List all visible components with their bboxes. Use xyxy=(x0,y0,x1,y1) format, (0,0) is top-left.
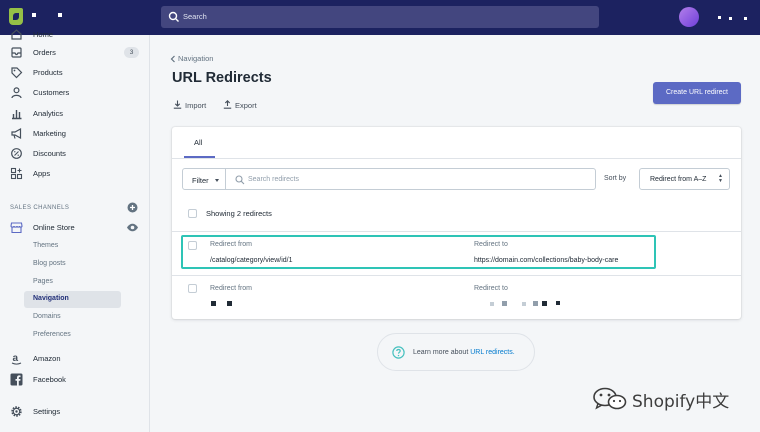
filter-button[interactable]: Filter xyxy=(182,168,226,190)
sort-select[interactable]: Redirect from A–Z ▲ ▼ xyxy=(639,168,730,190)
redacted-block xyxy=(490,302,494,306)
sidebar-subitem-navigation[interactable]: Navigation xyxy=(24,291,121,308)
wechat-icon xyxy=(593,387,627,410)
chevron-left-icon[interactable] xyxy=(170,55,176,63)
search-icon xyxy=(168,11,179,22)
search-redirects-placeholder: Search redirects xyxy=(248,176,299,183)
shopify-logo[interactable] xyxy=(9,8,23,25)
bar-chart-icon xyxy=(12,110,22,120)
row-divider xyxy=(172,275,741,276)
search-bar[interactable]: Search xyxy=(161,6,599,28)
sidebar-item-analytics[interactable]: Analytics xyxy=(0,104,150,124)
redacted-block xyxy=(533,301,538,306)
redacted-block xyxy=(556,301,560,305)
redirects-card: All Filter Search redirects Sort by Redi… xyxy=(172,127,741,319)
sidebar-subitem-preferences[interactable]: Preferences xyxy=(24,327,121,344)
redacted-block xyxy=(542,301,547,306)
search-redirects-input[interactable]: Search redirects xyxy=(225,168,596,190)
sidebar: Home Orders 3 Products Customers Analyti… xyxy=(0,29,150,432)
sidebar-item-settings[interactable]: Settings xyxy=(0,402,150,422)
export-icon xyxy=(223,100,232,109)
tab-divider xyxy=(172,158,741,159)
breadcrumb-navigation[interactable]: Navigation xyxy=(178,54,213,63)
tab-all[interactable]: All xyxy=(184,127,215,158)
discount-icon xyxy=(11,148,22,159)
account-name-block xyxy=(729,17,732,20)
person-icon xyxy=(11,87,22,99)
megaphone-icon xyxy=(11,127,22,140)
amazon-icon: a xyxy=(11,353,22,365)
home-icon xyxy=(11,29,22,40)
sidebar-item-apps[interactable]: Apps xyxy=(0,164,150,184)
page-title: URL Redirects xyxy=(172,70,272,86)
account-name-block xyxy=(718,16,721,19)
wechat-watermark: Shopify中文 xyxy=(588,385,748,412)
create-url-redirect-button[interactable]: Create URL redirect xyxy=(653,82,741,104)
sidebar-subitem-domains[interactable]: Domains xyxy=(24,309,121,326)
orders-count-badge: 3 xyxy=(124,47,139,58)
sidebar-item-customers[interactable]: Customers xyxy=(0,83,150,103)
sidebar-item-orders[interactable]: Orders 3 xyxy=(0,43,150,63)
sidebar-item-facebook[interactable]: Facebook xyxy=(0,370,150,390)
sidebar-item-home[interactable]: Home xyxy=(0,25,150,45)
sort-label: Sort by xyxy=(604,175,627,182)
select-arrows-icon: ▲ ▼ xyxy=(718,173,723,184)
tag-icon xyxy=(11,67,23,79)
select-all-checkbox[interactable] xyxy=(188,209,197,218)
row-checkbox[interactable] xyxy=(188,284,197,293)
sidebar-subitem-blog-posts[interactable]: Blog posts xyxy=(24,256,121,273)
learn-more-callout: Learn more about URL redirects. xyxy=(377,333,535,371)
highlight-box xyxy=(181,235,656,269)
url-redirects-link[interactable]: URL redirects. xyxy=(470,349,514,356)
add-channel-icon[interactable] xyxy=(127,202,138,213)
sidebar-item-products[interactable]: Products xyxy=(0,63,150,83)
sales-channels-heading: SALES CHANNELS xyxy=(10,205,70,211)
store-name-block xyxy=(32,13,36,17)
avatar[interactable] xyxy=(679,7,699,27)
sidebar-item-marketing[interactable]: Marketing xyxy=(0,124,150,144)
svg-text:a: a xyxy=(13,353,19,364)
store-name-block xyxy=(58,13,62,17)
help-icon xyxy=(392,346,405,359)
gear-icon xyxy=(11,406,22,417)
row-divider xyxy=(172,231,741,232)
sidebar-subitem-pages[interactable]: Pages xyxy=(24,274,121,291)
import-icon xyxy=(173,100,182,109)
sidebar-item-discounts[interactable]: Discounts xyxy=(0,144,150,164)
sidebar-item-amazon[interactable]: a Amazon xyxy=(0,349,150,369)
sidebar-item-online-store[interactable]: Online Store xyxy=(0,218,150,238)
redacted-block xyxy=(227,301,232,306)
store-icon xyxy=(10,222,23,234)
search-placeholder: Search xyxy=(183,12,207,21)
caret-down-icon xyxy=(215,179,219,182)
facebook-icon xyxy=(10,373,23,386)
redacted-block xyxy=(502,301,507,306)
redacted-block xyxy=(211,301,216,306)
apps-icon xyxy=(10,167,23,180)
sidebar-subitem-themes[interactable]: Themes xyxy=(24,238,121,255)
redacted-block xyxy=(522,302,526,306)
orders-icon xyxy=(11,47,22,58)
showing-count: Showing 2 redirects xyxy=(206,209,272,218)
eye-icon[interactable] xyxy=(126,222,139,233)
account-name-block xyxy=(744,17,747,20)
search-icon xyxy=(235,175,245,185)
